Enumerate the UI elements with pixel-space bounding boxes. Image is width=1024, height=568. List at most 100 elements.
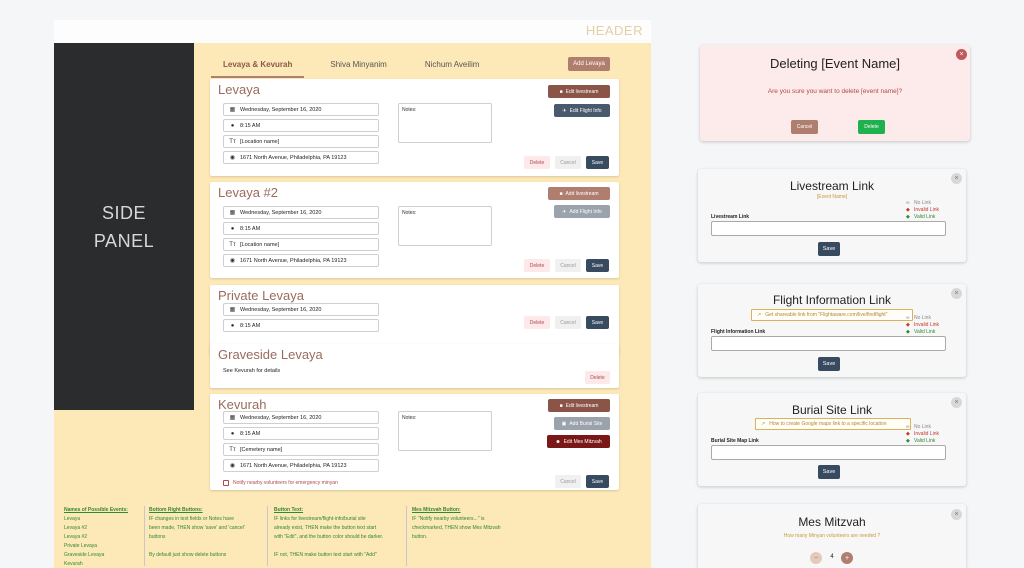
save-button[interactable]: Save (818, 465, 840, 479)
side-panel: SIDE PANEL (54, 43, 194, 410)
cancel-button[interactable]: Cancel (555, 316, 581, 329)
cancel-button[interactable]: Cancel (555, 475, 581, 488)
field-label: Flight Information Link (711, 329, 766, 335)
tab-levaya-kevurah[interactable]: Levaya & Kevurah (211, 56, 305, 78)
time-field[interactable]: ● 8:15 AM (223, 319, 379, 332)
mes-mitzvah-button[interactable]: ☻ Edit Mes Mitzvah (547, 435, 610, 448)
save-button[interactable]: Save (586, 316, 609, 329)
side-panel-label: SIDE PANEL (93, 202, 155, 251)
shield-icon: ◆ (906, 322, 910, 328)
minus-icon[interactable]: − (810, 552, 822, 564)
mes-mitzvah-modal: × Mes Mitzvah How many Minyan volunteers… (698, 504, 966, 568)
save-button[interactable]: Save (586, 259, 609, 272)
event-tabs: Levaya & Kevurah Shiva Minyanim Nichum A… (211, 56, 505, 78)
tab-shiva-minyanim[interactable]: Shiva Minyanim (318, 56, 398, 78)
card-title: Graveside Levaya (218, 347, 323, 362)
chain-icon: ∞ (906, 200, 910, 206)
add-levaya-button[interactable]: Add Levaya (568, 57, 610, 71)
calendar-icon: ▦ (229, 415, 236, 421)
volunteers-question: How many Minyan volunteers are needed ? (783, 533, 881, 539)
livestream-button[interactable]: ■ Edit livestream (548, 399, 610, 412)
shield-icon: ◆ (906, 207, 910, 213)
modal-title: Flight Information Link (772, 293, 892, 307)
delete-button[interactable]: Delete (524, 316, 550, 329)
delete-confirm-button[interactable]: Delete (858, 120, 885, 134)
location-field[interactable]: Tт [Location name] (223, 238, 379, 251)
save-button[interactable]: Save (586, 475, 609, 488)
notes-event-names: Names of Possible Events: Levaya Levaya … (64, 507, 128, 567)
address-field[interactable]: ◉ 1671 North Avenue, Philadelphia, PA 191… (223, 151, 379, 164)
external-link-icon: ↗ (761, 421, 766, 427)
chain-icon: ∞ (906, 424, 910, 430)
date-field[interactable]: ▦ Wednesday, September 16, 2020 (223, 206, 379, 219)
time-field[interactable]: ● 8:15 AM (223, 119, 379, 132)
notes-button-text: Button Text: IF links for livestream/fli… (274, 507, 384, 558)
flightaware-hint-link[interactable]: ↗ Get shareable link from "Flightaware.co… (751, 309, 913, 321)
date-field[interactable]: ▦ Wednesday, September 16, 2020 (223, 411, 379, 424)
shield-check-icon: ◆ (906, 329, 910, 335)
address-field[interactable]: ◉ 1671 North Avenue, Philadelphia, PA 191… (223, 459, 379, 472)
burial-link-input[interactable] (711, 445, 946, 460)
date-field[interactable]: ▦ Wednesday, September 16, 2020 (223, 103, 379, 116)
notes-textarea[interactable]: Notes: (398, 206, 492, 246)
cancel-button[interactable]: Cancel (791, 120, 818, 134)
livestream-button[interactable]: ■ Edit livestream (548, 85, 610, 98)
external-link-icon: ↗ (757, 312, 762, 318)
link-status-legend: ∞ No Link ◆ Invalid Link ◆ Valid Link (906, 315, 940, 335)
modal-title: Deleting [Event Name] (769, 56, 901, 71)
delete-button[interactable]: Delete (524, 156, 550, 169)
time-field[interactable]: ● 8:15 AM (223, 427, 379, 440)
flight-info-button[interactable]: ✈ Add Flight Info (554, 205, 610, 218)
google-maps-hint-link[interactable]: ↗ How to create Google maps link to a spe… (755, 418, 911, 430)
field-label: Burial Site Map Link (711, 438, 759, 444)
livestream-link-input[interactable] (711, 221, 946, 236)
date-field[interactable]: ▦ Wednesday, September 16, 2020 (223, 303, 379, 316)
time-field[interactable]: ● 8:15 AM (223, 222, 379, 235)
shield-check-icon: ◆ (906, 438, 910, 444)
delete-button[interactable]: Delete (585, 371, 610, 384)
card-title: Kevurah (218, 397, 267, 412)
clock-icon: ● (230, 430, 235, 437)
address-field[interactable]: ◉ 1671 North Avenue, Philadelphia, PA 191… (223, 254, 379, 267)
video-icon: ■ (559, 402, 563, 409)
header-title: HEADER (585, 23, 643, 38)
plus-icon[interactable]: + (841, 552, 853, 564)
save-button[interactable]: Save (818, 242, 840, 256)
graveside-levaya-card: Graveside Levaya See Kevurah for details… (210, 344, 619, 388)
delete-modal: × Deleting [Event Name] Are you sure you… (700, 45, 970, 141)
location-field[interactable]: Tт [Location name] (223, 135, 379, 148)
notes-textarea[interactable]: Notes: (398, 103, 492, 143)
calendar-icon: ▦ (229, 307, 236, 313)
modal-title: Burial Site Link (791, 403, 873, 417)
clock-icon: ● (230, 322, 235, 329)
delete-button[interactable]: Delete (524, 259, 550, 272)
livestream-button[interactable]: ■ Add livestream (548, 187, 610, 200)
notify-volunteers-checkbox[interactable]: Notify nearby volunteers for emergency m… (223, 480, 338, 486)
kevurah-card: Kevurah ▦ Wednesday, September 16, 2020 ●… (210, 394, 619, 490)
save-button[interactable]: Save (586, 156, 609, 169)
plane-icon: ✈ (562, 107, 567, 114)
graveside-note: See Kevurah for details (223, 368, 281, 374)
text-icon: Tт (229, 241, 236, 248)
text-icon: Tт (229, 138, 236, 145)
cancel-button[interactable]: Cancel (555, 156, 581, 169)
flight-link-input[interactable] (711, 336, 946, 351)
tab-nichum-aveilim[interactable]: Nichum Aveilim (413, 56, 492, 78)
calendar-icon: ▦ (229, 210, 236, 216)
cancel-button[interactable]: Cancel (555, 259, 581, 272)
cemetery-field[interactable]: Tт [Cemetery name] (223, 443, 379, 456)
notes-textarea[interactable]: Notes: (398, 411, 492, 451)
burial-site-modal: × Burial Site Link ↗ How to create Google… (698, 393, 966, 486)
flight-info-button[interactable]: ✈ Edit Flight Info (554, 104, 610, 117)
map-pin-icon: ◉ (229, 155, 236, 161)
burial-site-button[interactable]: ▣ Add Burial Site (554, 417, 610, 430)
map-icon: ▣ (561, 420, 567, 427)
app-canvas: HEADER SIDE PANEL Levaya & Kevurah Shiva… (54, 20, 651, 568)
checkbox[interactable] (223, 480, 229, 486)
shield-icon: ◆ (906, 431, 910, 437)
card-title: Levaya #2 (218, 185, 278, 200)
levaya2-card: Levaya #2 ▦ Wednesday, September 16, 2020… (210, 182, 619, 278)
modal-title: Mes Mitzvah (798, 515, 866, 529)
save-button[interactable]: Save (818, 357, 840, 371)
shield-check-icon: ◆ (906, 214, 910, 220)
